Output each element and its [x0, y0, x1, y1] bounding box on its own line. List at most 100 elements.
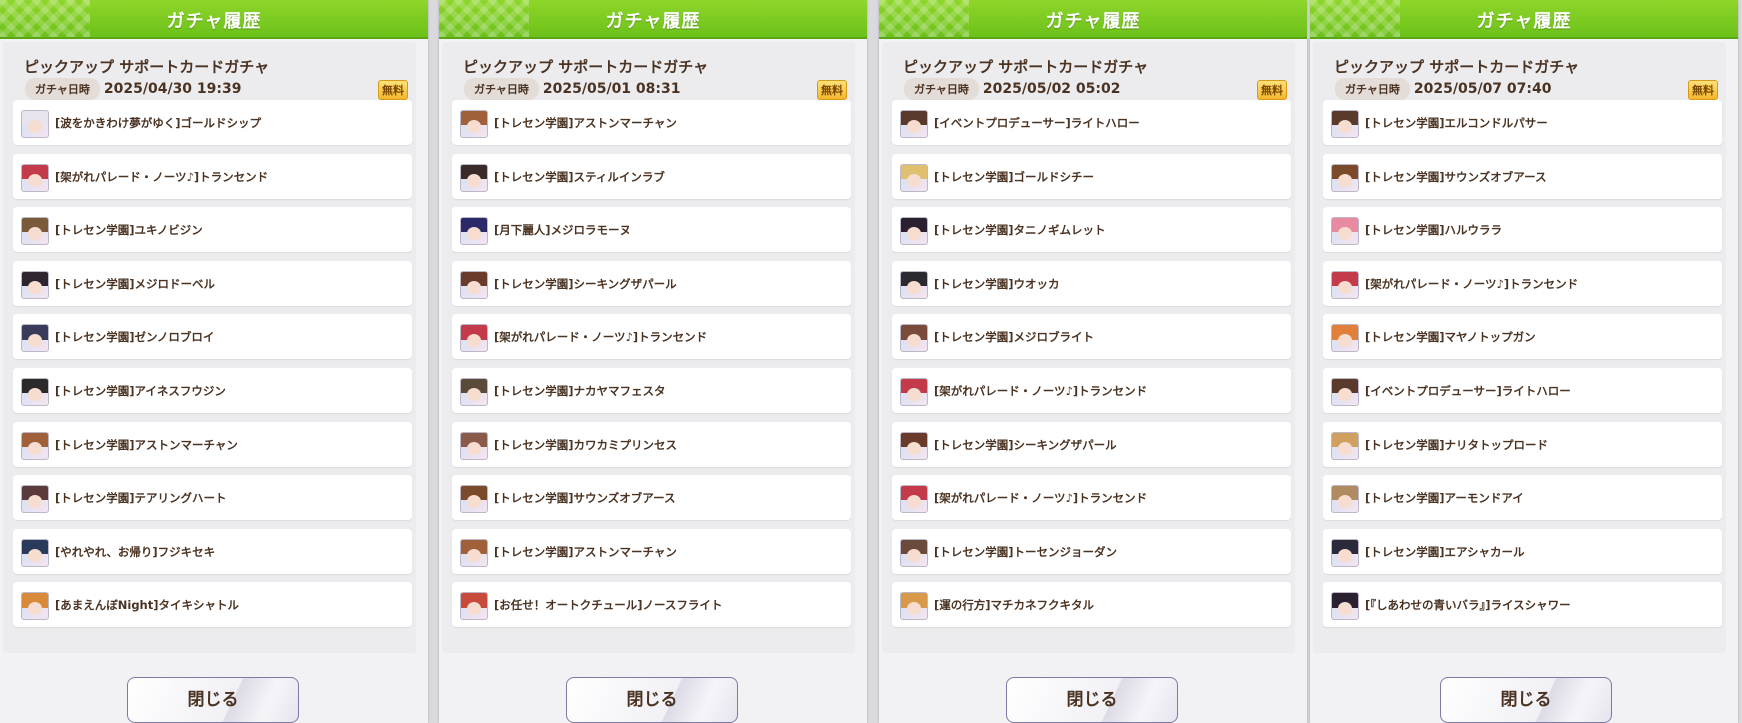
gacha-result-card: ピックアップ サポートカードガチャ ガチャ日時 2025/05/01 08:31 無料…	[442, 42, 855, 653]
support-card-thumbnail-icon	[460, 324, 488, 353]
result-list-item[interactable]: [トレセン学園]シーキングザパール	[892, 421, 1291, 467]
gacha-date-row: ガチャ日時 2025/04/30 19:39 無料	[25, 78, 408, 100]
result-list-item[interactable]: [トレセン学園]アイネスフウジン	[13, 367, 412, 413]
date-label: ガチャ日時	[1335, 78, 1410, 100]
result-list-item[interactable]: [トレセン学園]エアシャカール	[1323, 528, 1722, 574]
result-list-item[interactable]: [トレセン学園]ゼンノロブロイ	[13, 314, 412, 360]
result-list-item[interactable]: [架がれパレード・ノーツ♪]トランセンド	[1323, 260, 1722, 306]
gacha-history-panel-1: ガチャ履歴 ピックアップ サポートカードガチャ ガチャ日時 2025/04/30 19…	[0, 0, 428, 723]
result-list-item[interactable]: [トレセン学園]カワカミプリンセス	[452, 421, 851, 467]
support-card-thumbnail-icon	[1331, 324, 1359, 353]
support-card-name: [トレセン学園]ユキノビジン	[55, 223, 203, 238]
free-badge: 無料	[1257, 80, 1287, 100]
support-card-thumbnail-icon	[1331, 377, 1359, 406]
support-card-name: [運の行方]マチカネフクキタル	[934, 598, 1095, 613]
support-card-thumbnail-icon	[460, 431, 488, 460]
free-badge: 無料	[378, 80, 408, 100]
result-list-item[interactable]: [波をかきわけ夢がゆく]ゴールドシップ	[13, 100, 412, 145]
support-card-name: [トレセン学園]ナリタトップロード	[1365, 437, 1549, 452]
result-list-item[interactable]: [『しあわせの青いバラ』]ライスシャワー	[1323, 582, 1722, 628]
result-list-item[interactable]: [トレセン学園]ナリタトップロード	[1323, 421, 1722, 467]
result-list-item[interactable]: [架がれパレード・ノーツ♪]トランセンド	[452, 314, 851, 360]
result-list-item[interactable]: [トレセン学園]サウンズオブアース	[1323, 153, 1722, 199]
support-card-name: [トレセン学園]アストンマーチャン	[494, 116, 677, 130]
date-value: 2025/04/30 19:39	[103, 81, 242, 97]
support-card-thumbnail-icon	[1331, 431, 1359, 460]
result-list-item[interactable]: [トレセン学園]アストンマーチャン	[452, 528, 851, 574]
gacha-name: ピックアップ サポートカードガチャ	[1334, 58, 1580, 76]
support-card-name: [トレセン学園]スティルインラブ	[494, 169, 665, 184]
panel-title: ガチャ履歴	[605, 11, 701, 32]
result-list-item[interactable]: [トレセン学園]スティルインラブ	[452, 153, 851, 199]
result-list-item[interactable]: [トレセン学園]メジロブライト	[892, 314, 1291, 360]
support-card-thumbnail-icon	[460, 377, 488, 406]
close-button[interactable]: 閉じる	[1440, 677, 1612, 723]
result-list-item[interactable]: [架がれパレード・ノーツ♪]トランセンド	[13, 153, 412, 199]
result-list-item[interactable]: [イベントプロデューサー]ライトハロー	[892, 100, 1291, 145]
support-card-thumbnail-icon	[1331, 538, 1359, 567]
result-list-item[interactable]: [トレセン学園]サウンズオブアース	[452, 475, 851, 521]
result-list-item[interactable]: [イベントプロデューサー]ライトハロー	[1323, 367, 1722, 413]
date-label: ガチャ日時	[464, 78, 539, 100]
support-card-name: [トレセン学園]ハルウララ	[1365, 223, 1503, 238]
result-list-item[interactable]: [トレセン学園]アストンマーチャン	[13, 421, 412, 467]
result-list-item[interactable]: [トレセン学園]シーキングザパール	[452, 260, 851, 306]
result-list-item[interactable]: [お任せ！オートクチュール]ノースフライト	[452, 582, 851, 628]
panel-header: ガチャ履歴	[439, 0, 867, 39]
support-card-thumbnail-icon	[21, 431, 49, 460]
support-card-name: [トレセン学園]マヤノトップガン	[1365, 330, 1536, 345]
date-value: 2025/05/07 07:40	[1413, 81, 1552, 97]
result-list-item[interactable]: [トレセン学園]マヤノトップガン	[1323, 314, 1722, 360]
result-list-item[interactable]: [トレセン学園]ハルウララ	[1323, 207, 1722, 253]
result-list-item[interactable]: [月下麗人]メジロラモーヌ	[452, 207, 851, 253]
support-card-name: [トレセン学園]エアシャカール	[1365, 544, 1525, 559]
result-list: [トレセン学園]エルコンドルパサー [トレセン学園]サウンズオブアース [トレセン学…	[1323, 100, 1722, 636]
support-card-thumbnail-icon	[1331, 163, 1359, 192]
result-list-item[interactable]: [トレセン学園]エルコンドルパサー	[1323, 100, 1722, 145]
result-list-item[interactable]: [トレセン学園]トーセンジョーダン	[892, 528, 1291, 574]
result-list-item[interactable]: [トレセン学園]タニノギムレット	[892, 207, 1291, 253]
support-card-thumbnail-icon	[1331, 270, 1359, 299]
result-list-item[interactable]: [トレセン学園]テアリングハート	[13, 475, 412, 521]
free-badge: 無料	[817, 80, 847, 100]
result-list-item[interactable]: [トレセン学園]ユキノビジン	[13, 207, 412, 253]
support-card-thumbnail-icon	[1331, 110, 1359, 138]
result-list-item[interactable]: [トレセン学園]メジロドーベル	[13, 260, 412, 306]
support-card-name: [イベントプロデューサー]ライトハロー	[1365, 383, 1571, 398]
support-card-thumbnail-icon	[1331, 592, 1359, 621]
result-list-item[interactable]: [あまえんぼNight]タイキシャトル	[13, 582, 412, 628]
support-card-name: [架がれパレード・ノーツ♪]トランセンド	[934, 491, 1148, 506]
result-list: [トレセン学園]アストンマーチャン [トレセン学園]スティルインラブ [月下麗人]メ…	[452, 100, 851, 636]
support-card-name: [トレセン学園]ウオッカ	[934, 276, 1060, 291]
close-button[interactable]: 閉じる	[566, 677, 738, 723]
close-button[interactable]: 閉じる	[1006, 677, 1178, 723]
support-card-thumbnail-icon	[21, 538, 49, 567]
result-list: [波をかきわけ夢がゆく]ゴールドシップ [架がれパレード・ノーツ♪]トランセンド […	[13, 100, 412, 636]
support-card-name: [架がれパレード・ノーツ♪]トランセンド	[494, 330, 708, 345]
support-card-name: [あまえんぼNight]タイキシャトル	[55, 598, 239, 613]
support-card-thumbnail-icon	[900, 485, 928, 514]
support-card-thumbnail-icon	[460, 217, 488, 246]
support-card-thumbnail-icon	[21, 163, 49, 192]
result-list-item[interactable]: [架がれパレード・ノーツ♪]トランセンド	[892, 475, 1291, 521]
result-list-item[interactable]: [トレセン学園]ウオッカ	[892, 260, 1291, 306]
result-list-item[interactable]: [架がれパレード・ノーツ♪]トランセンド	[892, 367, 1291, 413]
support-card-name: [トレセン学園]カワカミプリンセス	[494, 437, 678, 452]
support-card-name: [架がれパレード・ノーツ♪]トランセンド	[934, 383, 1148, 398]
result-list-item[interactable]: [トレセン学園]ゴールドシチー	[892, 153, 1291, 199]
support-card-name: [トレセン学園]アストンマーチャン	[55, 437, 238, 452]
close-button[interactable]: 閉じる	[127, 677, 299, 723]
support-card-name: [トレセン学園]メジロブライト	[934, 330, 1095, 345]
support-card-thumbnail-icon	[900, 377, 928, 406]
gacha-history-panel-2: ガチャ履歴ピックアップ サポートカードガチャ ガチャ日時 2025/05/01 08…	[439, 0, 867, 723]
result-list-item[interactable]: [やれやれ、お帰り]フジキセキ	[13, 528, 412, 574]
support-card-name: [トレセン学園]タニノギムレット	[934, 223, 1106, 238]
support-card-name: [トレセン学園]ゴールドシチー	[934, 169, 1095, 184]
support-card-name: [トレセン学園]アストンマーチャン	[494, 544, 677, 559]
result-list-item[interactable]: [トレセン学園]ナカヤマフェスタ	[452, 367, 851, 413]
panel-header: ガチャ履歴	[0, 0, 428, 39]
result-list-item[interactable]: [運の行方]マチカネフクキタル	[892, 582, 1291, 628]
support-card-thumbnail-icon	[21, 592, 49, 621]
result-list-item[interactable]: [トレセン学園]アストンマーチャン	[452, 100, 851, 145]
result-list-item[interactable]: [トレセン学園]アーモンドアイ	[1323, 475, 1722, 521]
